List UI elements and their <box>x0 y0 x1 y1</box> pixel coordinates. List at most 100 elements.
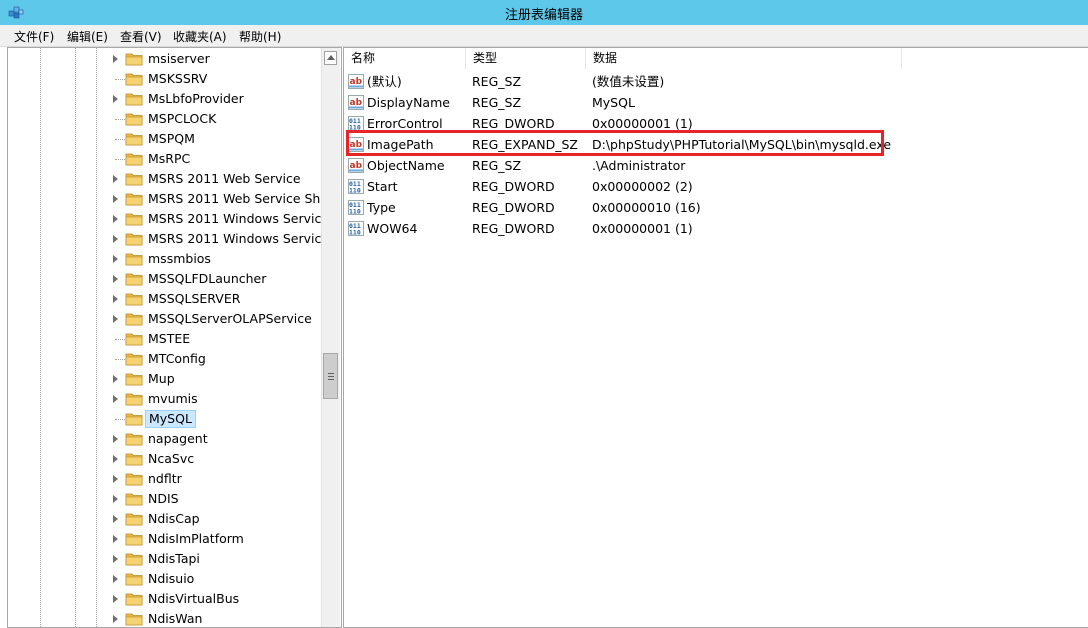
tree-item[interactable]: MSRS 2011 Windows Service <box>8 229 329 249</box>
tree-item-label: MSRS 2011 Web Service <box>148 171 301 186</box>
menu-file[interactable]: 文件(F) <box>13 28 55 45</box>
value-row[interactable]: 011 110 Start REG_DWORD 0x00000002 (2) <box>344 176 1088 197</box>
value-type: REG_SZ <box>472 158 522 173</box>
tree-item[interactable]: NdisVirtualBus <box>8 589 322 609</box>
expand-arrow-icon[interactable] <box>113 555 118 563</box>
expand-arrow-icon[interactable] <box>113 595 118 603</box>
folder-icon <box>125 111 144 127</box>
folder-icon <box>125 391 144 407</box>
tree-item-label: MsLbfoProvider <box>148 91 244 106</box>
tree-item[interactable]: MSRS 2011 Web Service Shar <box>8 189 333 209</box>
expand-arrow-icon[interactable] <box>113 295 118 303</box>
value-row[interactable]: ab DisplayName REG_SZ MySQL <box>344 92 1088 113</box>
tree-item-label: MSKSSRV <box>148 71 208 86</box>
folder-icon <box>125 471 144 487</box>
value-type: REG_DWORD <box>472 200 555 215</box>
value-name: WOW64 <box>367 221 418 236</box>
expand-arrow-icon[interactable] <box>113 195 118 203</box>
value-row[interactable]: 011 110 ErrorControl REG_DWORD 0x00000001 (1… <box>344 113 1088 134</box>
folder-icon <box>125 211 144 227</box>
tree-item[interactable]: NdisTapi <box>8 549 322 569</box>
tree-item[interactable]: NDIS <box>8 489 322 509</box>
expand-arrow-icon[interactable] <box>113 395 118 403</box>
tree-item[interactable]: mvumis <box>8 389 322 409</box>
tree-item[interactable]: msiserver <box>8 49 322 69</box>
expand-arrow-icon[interactable] <box>113 55 118 63</box>
expand-arrow-icon[interactable] <box>113 515 118 523</box>
expand-arrow-icon[interactable] <box>113 255 118 263</box>
menu-edit[interactable]: 编辑(E) <box>66 28 109 45</box>
expand-arrow-icon[interactable] <box>113 475 118 483</box>
expand-arrow-icon[interactable] <box>113 495 118 503</box>
expand-arrow-icon[interactable] <box>113 95 118 103</box>
tree-item[interactable]: MSTEE <box>8 329 322 349</box>
tree-item-label: ndfltr <box>148 471 182 486</box>
tree-item-label: Mup <box>148 371 175 386</box>
tree-item[interactable]: MTConfig <box>8 349 322 369</box>
tree-item[interactable]: MSRS 2011 Web Service <box>8 169 322 189</box>
tree-item[interactable]: napagent <box>8 429 322 449</box>
tree-item[interactable]: MsRPC <box>8 149 322 169</box>
expand-arrow-icon[interactable] <box>113 435 118 443</box>
tree-item-label: NcaSvc <box>148 451 195 466</box>
value-row[interactable]: 011 110 WOW64 REG_DWORD 0x00000001 (1) <box>344 218 1088 239</box>
column-header-name[interactable]: 名称 <box>344 48 466 69</box>
folder-icon <box>125 611 144 627</box>
tree-item[interactable]: MSSQLServerOLAPService <box>8 309 322 329</box>
registry-key-tree[interactable]: msiserver MSKSSRV MsLbfoProvider MSPCLOCK MS… <box>7 47 342 628</box>
tree-item[interactable]: MSSQLFDLauncher <box>8 269 322 289</box>
expand-arrow-icon[interactable] <box>113 455 118 463</box>
tree-item[interactable]: MySQL <box>8 409 322 429</box>
value-type: REG_SZ <box>472 74 522 89</box>
tree-item[interactable]: Mup <box>8 369 322 389</box>
scroll-up-button[interactable] <box>324 51 337 65</box>
menu-favorites[interactable]: 收藏夹(A) <box>172 28 228 45</box>
tree-item-label: MSRS 2011 Web Service Shar <box>148 191 334 206</box>
registry-value-list[interactable]: 名称 类型 数据 ab (默认) REG_SZ (数值未设置) ab DisplayNam… <box>343 47 1088 628</box>
expand-arrow-icon[interactable] <box>113 575 118 583</box>
expand-arrow-icon[interactable] <box>113 175 118 183</box>
folder-icon <box>125 271 144 287</box>
value-row[interactable]: ab (默认) REG_SZ (数值未设置) <box>344 71 1088 92</box>
tree-item-label: MSSQLSERVER <box>148 291 241 306</box>
menu-view[interactable]: 查看(V) <box>119 28 163 45</box>
folder-icon <box>125 511 144 527</box>
svg-text:110: 110 <box>349 187 361 195</box>
string-value-icon: ab <box>348 158 364 173</box>
tree-item[interactable]: NdisWan <box>8 609 322 627</box>
tree-item[interactable]: MSPCLOCK <box>8 109 322 129</box>
column-header-type[interactable]: 类型 <box>466 48 586 69</box>
value-data: 0x00000001 (1) <box>592 221 693 236</box>
tree-item-label: NdisImPlatform <box>148 531 244 546</box>
value-row[interactable]: ab ImagePath REG_EXPAND_SZ D:\phpStudy\PHPT… <box>344 134 1088 155</box>
tree-item[interactable]: MSPQM <box>8 129 322 149</box>
column-header-data[interactable]: 数据 <box>586 48 902 69</box>
expand-arrow-icon[interactable] <box>113 535 118 543</box>
tree-scrollbar[interactable] <box>321 48 340 627</box>
tree-connector-line <box>115 79 125 80</box>
folder-icon <box>125 571 144 587</box>
expand-arrow-icon[interactable] <box>113 275 118 283</box>
value-row[interactable]: ab ObjectName REG_SZ .\Administrator <box>344 155 1088 176</box>
tree-item[interactable]: NdisImPlatform <box>8 529 322 549</box>
tree-connector-line <box>115 359 125 360</box>
menu-help[interactable]: 帮助(H) <box>238 28 282 45</box>
tree-item[interactable]: NcaSvc <box>8 449 322 469</box>
tree-item[interactable]: Ndisuio <box>8 569 322 589</box>
expand-arrow-icon[interactable] <box>113 315 118 323</box>
tree-item[interactable]: MSSQLSERVER <box>8 289 322 309</box>
value-name: ObjectName <box>367 158 445 173</box>
expand-arrow-icon[interactable] <box>113 235 118 243</box>
value-row[interactable]: 011 110 Type REG_DWORD 0x00000010 (16) <box>344 197 1088 218</box>
tree-item[interactable]: MsLbfoProvider <box>8 89 322 109</box>
expand-arrow-icon[interactable] <box>113 375 118 383</box>
string-value-icon: ab <box>348 74 364 89</box>
expand-arrow-icon[interactable] <box>113 615 118 623</box>
tree-item[interactable]: mssmbios <box>8 249 322 269</box>
expand-arrow-icon[interactable] <box>113 215 118 223</box>
tree-item[interactable]: MSRS 2011 Windows Service <box>8 209 329 229</box>
scroll-thumb[interactable] <box>323 353 338 399</box>
tree-item[interactable]: MSKSSRV <box>8 69 322 89</box>
tree-item[interactable]: NdisCap <box>8 509 322 529</box>
tree-item[interactable]: ndfltr <box>8 469 322 489</box>
